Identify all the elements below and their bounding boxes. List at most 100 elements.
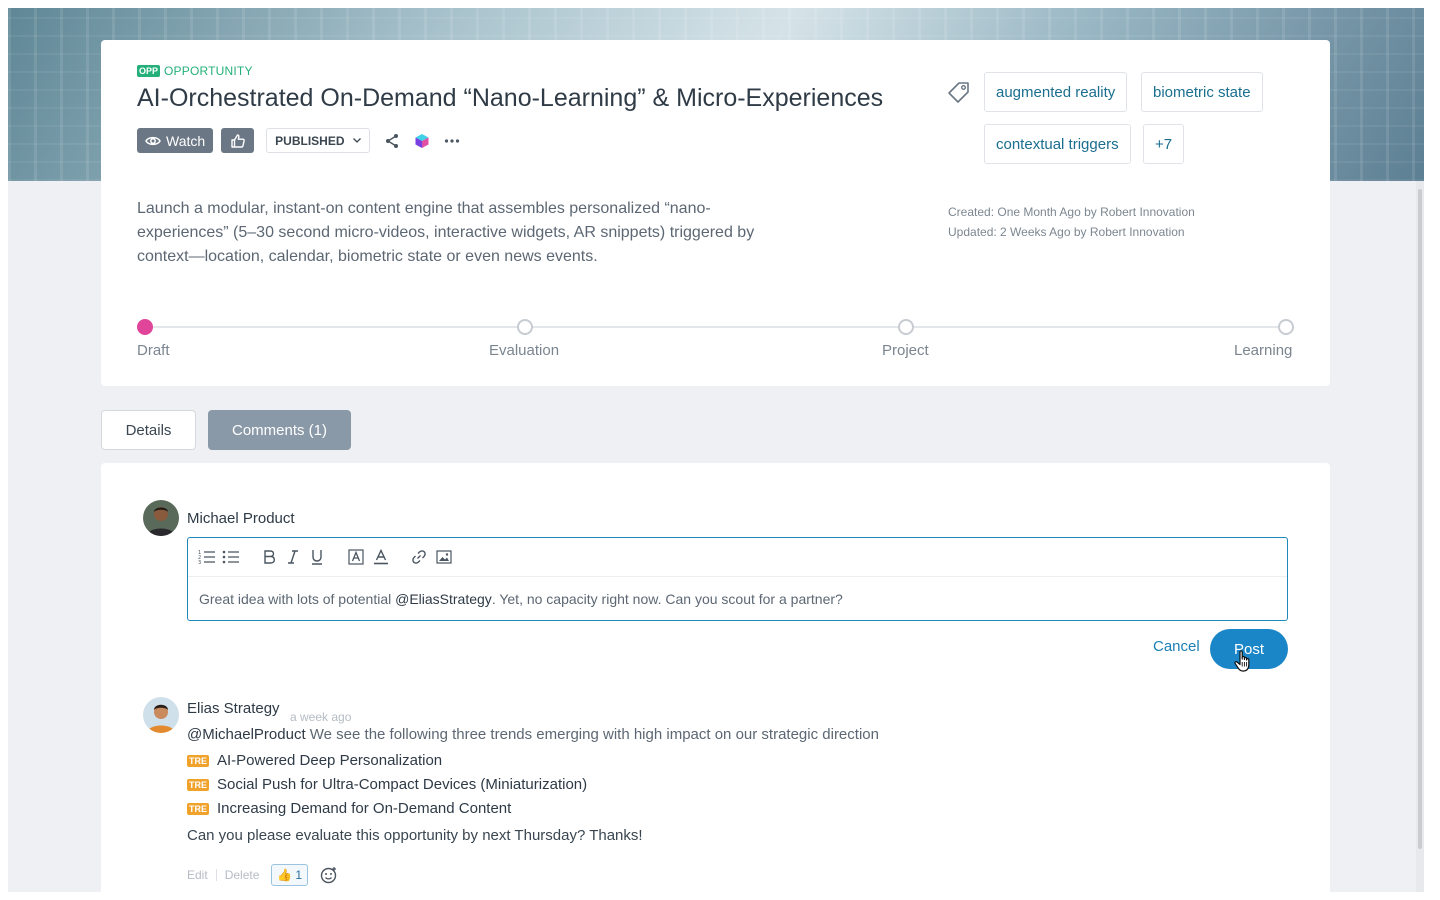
thumbs-up-emoji: 👍 [277,868,293,882]
pointer-cursor-icon [1233,649,1255,678]
type-badge: OPP [137,65,161,77]
stage-dot-evaluation[interactable] [517,319,533,335]
more-icon [444,138,459,143]
tag-chip[interactable]: contextual triggers [984,124,1131,164]
link-button[interactable] [411,547,427,567]
text-background-button[interactable] [348,547,364,567]
image-icon [436,550,452,564]
tab-details[interactable]: Details [101,410,196,450]
more-options-button[interactable] [444,138,460,143]
comment-intro-text: We see the following three trends emergi… [305,726,879,743]
ordered-list-button[interactable]: 123 [198,547,216,567]
scrollbar-thumb[interactable] [1418,189,1422,849]
type-label: OPPORTUNITY [164,64,253,78]
text-color-button[interactable] [373,547,389,567]
link-icon [412,550,426,564]
trend-badge: TRE [187,802,209,815]
description: Launch a modular, instant-on content eng… [137,200,755,265]
app-frame: OPP OPPORTUNITY AI-Orchestrated On-Deman… [8,8,1424,892]
comment-author[interactable]: Elias Strategy [187,700,280,717]
eye-icon [145,136,161,145]
underline-icon [312,550,322,565]
action-bar: Watch PUBLISHED [137,128,460,153]
comment-actions: Edit Delete 👍 1 [187,864,338,886]
underline-button[interactable] [310,547,324,567]
svg-text:3: 3 [198,560,201,565]
watch-label: Watch [166,132,206,149]
editor-toolbar: 123 [198,547,452,567]
bold-icon [264,550,276,564]
share-icon [385,133,398,148]
editor-content[interactable]: Great idea with lots of potential @Elias… [199,591,843,607]
stage-dot-learning[interactable] [1278,319,1294,335]
integration-button[interactable] [414,133,430,149]
comment-editor[interactable]: 123 Great idea with lots of potential @E… [187,537,1288,621]
text-background-icon [348,549,364,565]
created-info: Created: One Month Ago by Robert Innovat… [948,205,1195,219]
trend-badge: TRE [187,754,209,767]
stage-label-project: Project [882,342,929,359]
reaction-chip[interactable]: 👍 1 [271,864,309,886]
avatar [143,500,179,536]
cancel-button[interactable]: Cancel [1153,638,1200,655]
ordered-list-icon: 123 [198,550,215,565]
thumbs-up-icon [230,133,245,148]
avatar [143,697,179,733]
share-button[interactable] [384,133,400,149]
stage-label-evaluation: Evaluation [489,342,560,359]
bold-button[interactable] [262,547,276,567]
stage-dot-draft[interactable] [137,319,153,335]
reaction-count: 1 [295,868,303,882]
editor-text-after: . Yet, no capacity right now. Can you sc… [491,591,843,607]
stage-label-learning: Learning [1234,342,1293,359]
tag-chip[interactable]: biometric state [1141,72,1263,112]
trend-title: Increasing Demand for On-Demand Content [217,800,512,817]
comment-mention[interactable]: @MichaelProduct [187,726,306,743]
like-button[interactable] [221,128,255,153]
stage-dot-project[interactable] [898,319,914,335]
bullet-list-icon [222,550,239,564]
chevron-down-icon [352,138,361,143]
stage-label-draft: Draft [137,342,170,359]
text-color-icon [374,549,388,565]
tag-icon [946,80,972,111]
cube-icon [415,133,428,148]
bullet-list-button[interactable] [222,547,240,567]
stage-progress: Draft Evaluation Project Learning [137,318,1294,362]
italic-button[interactable] [286,547,300,567]
trend-link[interactable]: TRE Increasing Demand for On-Demand Cont… [187,800,511,817]
status-label: PUBLISHED [275,133,345,148]
editor-text-before: Great idea with lots of potential [199,591,396,607]
watch-button[interactable]: Watch [137,128,214,153]
mention-link[interactable]: @EliasStrategy [395,591,492,607]
comments-panel: Michael Product 123 Great idea with lots… [101,463,1330,892]
tab-comments[interactable]: Comments (1) [208,410,351,450]
add-emoji-icon [320,867,337,884]
more-tags-chip[interactable]: +7 [1143,124,1185,164]
stage-track [145,326,1286,328]
comment-timestamp: a week ago [290,710,352,724]
status-dropdown[interactable]: PUBLISHED [266,128,370,153]
page-title: AI-Orchestrated On-Demand “Nano-Learning… [137,84,884,112]
page-scrollbar[interactable] [1416,181,1424,892]
type-indicator: OPP OPPORTUNITY [137,64,253,78]
comment-closing: Can you please evaluate this opportunity… [187,827,643,844]
trend-title: Social Push for Ultra-Compact Devices (M… [217,776,588,793]
tag-chip[interactable]: augmented reality [984,72,1128,112]
edit-link[interactable]: Edit [187,868,208,882]
image-button[interactable] [436,547,452,567]
updated-info: Updated: 2 Weeks Ago by Robert Innovatio… [948,225,1185,239]
trend-badge: TRE [187,778,209,791]
composer-author: Michael Product [187,510,295,527]
trend-link[interactable]: TRE Social Push for Ultra-Compact Device… [187,776,587,793]
comment-intro: @MichaelProduct We see the following thr… [187,726,879,743]
add-reaction-button[interactable] [320,866,338,884]
divider [215,869,217,881]
italic-icon [288,550,298,564]
opportunity-header-card: OPP OPPORTUNITY AI-Orchestrated On-Deman… [101,40,1330,386]
trend-link[interactable]: TRE AI-Powered Deep Personalization [187,752,442,769]
trend-title: AI-Powered Deep Personalization [217,752,443,769]
delete-link[interactable]: Delete [225,868,260,882]
meta-info: Created: One Month Ago by Robert Innovat… [948,202,1195,242]
toolbar-divider [188,576,1287,577]
